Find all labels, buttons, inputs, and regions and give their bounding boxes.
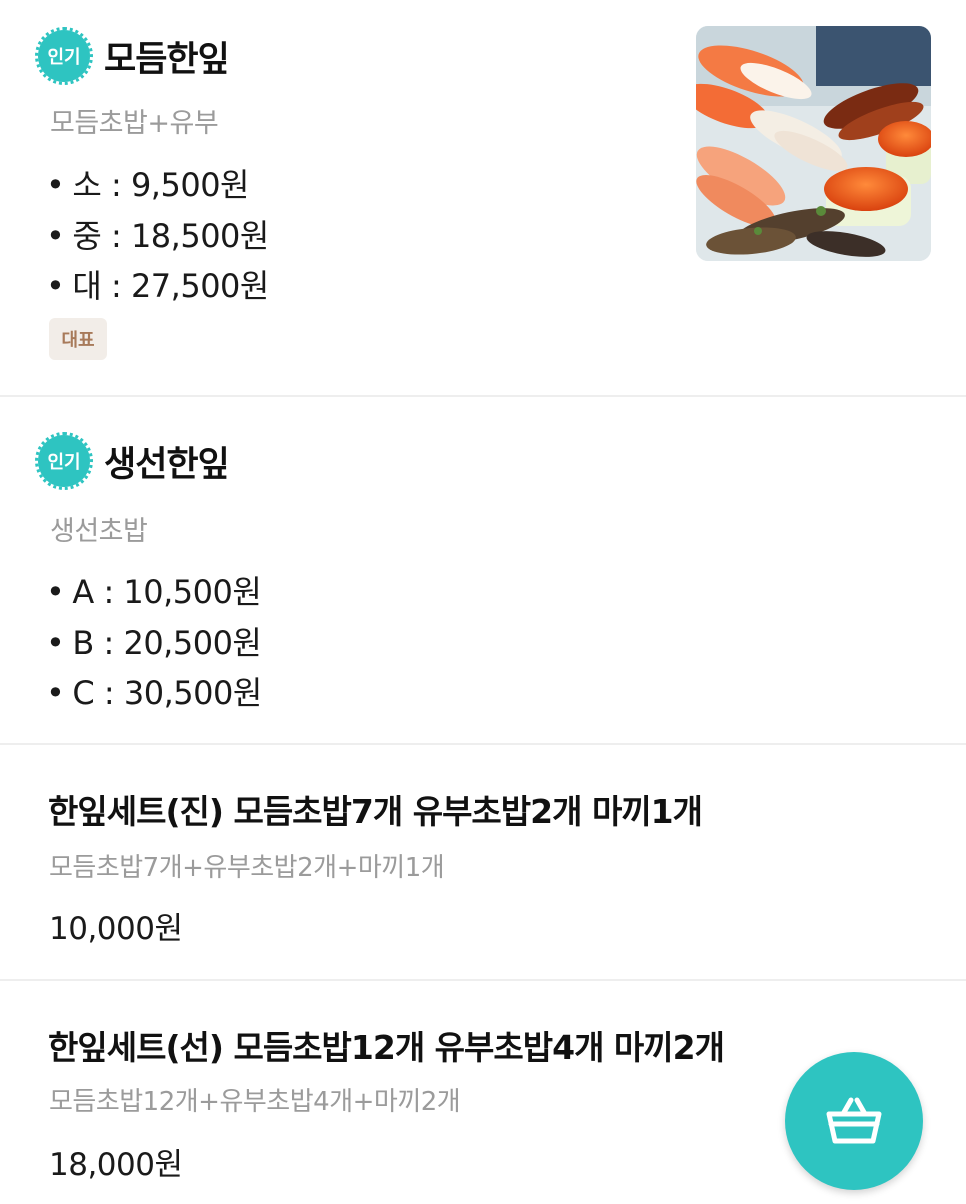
representative-tag: 대표 xyxy=(49,318,107,360)
popular-badge-label: 인기 xyxy=(47,47,81,68)
menu-item-description: 모듬초밥+유부 xyxy=(50,108,219,139)
menu-item-price: 18,000원 xyxy=(49,1147,183,1183)
bullet: • xyxy=(46,674,65,712)
price-option-text: 대 : 27,500원 xyxy=(72,267,269,305)
menu-item[interactable]: 인기 모듬한잎 모듬초밥+유부 • 소 : 9,500원 • 중 : 18,500원… xyxy=(0,0,966,397)
menu-list: 인기 모듬한잎 모듬초밥+유부 • 소 : 9,500원 • 중 : 18,500원… xyxy=(0,0,966,1204)
price-option: • B : 20,500원 xyxy=(46,618,262,664)
price-option: • 대 : 27,500원 xyxy=(46,261,269,307)
menu-item-price: 10,000원 xyxy=(49,911,183,947)
popular-badge: 인기 xyxy=(35,27,93,85)
menu-item-title-row: 인기 모듬한잎 xyxy=(35,27,230,85)
menu-item[interactable]: 한잎세트(진) 모듬초밥7개 유부초밥2개 마끼1개 모듬초밥7개+유부초밥2개… xyxy=(0,745,966,981)
menu-item-description: 생선초밥 xyxy=(50,516,148,547)
price-option-text: A : 10,500원 xyxy=(72,573,262,611)
price-option-text: 소 : 9,500원 xyxy=(72,166,249,204)
menu-item-description: 모듬초밥12개+유부초밥4개+마끼2개 xyxy=(49,1087,461,1117)
popular-badge: 인기 xyxy=(35,432,93,490)
sushi-photo-graphic xyxy=(696,26,931,261)
bullet: • xyxy=(46,166,65,204)
basket-icon xyxy=(826,1097,882,1144)
menu-item-title-row: 인기 생선한잎 xyxy=(35,432,230,490)
price-option: • A : 10,500원 xyxy=(46,567,262,613)
cart-button[interactable] xyxy=(785,1052,923,1190)
price-option-text: C : 30,500원 xyxy=(72,674,262,712)
price-option-text: 중 : 18,500원 xyxy=(72,217,269,255)
menu-item[interactable]: 인기 생선한잎 생선초밥 • A : 10,500원 • B : 20,500원 •… xyxy=(0,397,966,745)
price-option-text: B : 20,500원 xyxy=(72,624,262,662)
menu-item-name: 한잎세트(선) 모듬초밥12개 유부초밥4개 마끼2개 xyxy=(48,1028,725,1067)
bullet: • xyxy=(46,267,65,305)
price-option: • 중 : 18,500원 xyxy=(46,211,269,257)
bullet: • xyxy=(46,573,65,611)
price-option: • C : 30,500원 xyxy=(46,668,262,714)
menu-item-description: 모듬초밥7개+유부초밥2개+마끼1개 xyxy=(49,853,445,883)
menu-item-name: 생선한잎 xyxy=(104,444,230,485)
price-option: • 소 : 9,500원 xyxy=(46,160,249,206)
menu-item-name: 한잎세트(진) 모듬초밥7개 유부초밥2개 마끼1개 xyxy=(48,792,703,831)
menu-item-name: 모듬한잎 xyxy=(104,39,230,80)
popular-badge-label: 인기 xyxy=(47,452,81,473)
sushi-photo[interactable] xyxy=(696,26,931,261)
bullet: • xyxy=(46,624,65,662)
bullet: • xyxy=(46,217,65,255)
